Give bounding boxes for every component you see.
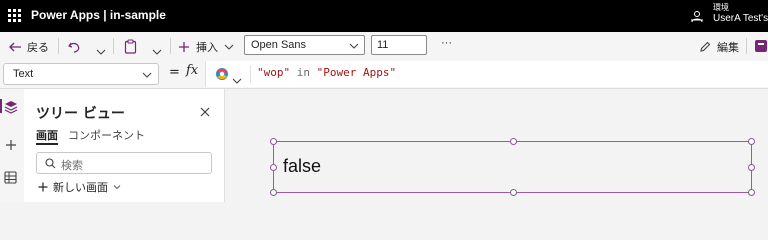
- undo-icon[interactable]: [67, 39, 81, 58]
- copilot-chevron-down-icon[interactable]: [232, 70, 242, 89]
- top-bar: Power Apps | in-sample 環境 UserA Test's: [0, 0, 768, 32]
- plus-icon: [38, 182, 48, 192]
- selected-label-control[interactable]: false: [270, 138, 755, 196]
- divider: [746, 38, 747, 54]
- design-canvas[interactable]: false: [225, 89, 768, 202]
- back-label: 戻る: [27, 42, 49, 54]
- insert-plus-icon[interactable]: [5, 136, 17, 155]
- label-text: false: [283, 156, 322, 176]
- copilot-icon[interactable]: [214, 66, 230, 86]
- resize-handle-top[interactable]: [510, 138, 517, 145]
- resize-handle-left[interactable]: [270, 164, 277, 171]
- insert-label: 挿入: [196, 42, 218, 54]
- search-input[interactable]: 検索: [36, 152, 212, 174]
- chevron-down-icon: [349, 43, 359, 49]
- search-placeholder: 検索: [61, 159, 83, 172]
- app-launcher-icon[interactable]: [8, 9, 22, 23]
- chevron-down-icon: [142, 72, 152, 78]
- font-family-value: Open Sans: [251, 39, 307, 51]
- formula-string-literal: "wop": [257, 66, 291, 79]
- chevron-down-icon: [224, 44, 234, 50]
- resize-handle-bottom[interactable]: [510, 189, 517, 196]
- font-size-value: 11: [377, 39, 389, 51]
- left-rail: [0, 89, 25, 202]
- fx-icon: fx: [186, 63, 199, 78]
- tab-components[interactable]: コンポーネント: [68, 127, 145, 143]
- undo-chevron-down-icon[interactable]: [96, 41, 106, 60]
- property-select[interactable]: Text: [3, 63, 159, 85]
- environment-label: 環境: [713, 3, 729, 12]
- property-value: Text: [13, 68, 34, 80]
- resize-handle-top-left[interactable]: [270, 138, 277, 145]
- edit-button[interactable]: 編集: [699, 39, 739, 55]
- app-settings-icon[interactable]: [754, 38, 768, 52]
- panel-title: ツリー ビュー: [36, 106, 125, 122]
- new-screen-label: 新しい画面: [53, 181, 108, 194]
- edit-label: 編集: [717, 42, 739, 54]
- tab-screens-underline: [36, 143, 58, 145]
- search-icon: [45, 158, 56, 169]
- plus-icon: [179, 42, 189, 52]
- font-size-input[interactable]: 11: [371, 35, 427, 55]
- resize-handle-bottom-right[interactable]: [748, 189, 755, 196]
- active-indicator: [0, 99, 2, 113]
- close-icon[interactable]: [198, 104, 212, 118]
- formula-string-literal: "Power Apps": [316, 66, 397, 79]
- command-bar: 戻る 挿入 Open Sans 11 ··· 編集: [0, 32, 768, 61]
- pencil-icon: [700, 41, 711, 52]
- environment-name[interactable]: UserA Test's: [713, 13, 768, 24]
- back-arrow-icon: [9, 42, 21, 52]
- paste-icon[interactable]: [124, 39, 137, 58]
- font-family-select[interactable]: Open Sans: [244, 35, 365, 55]
- more-button[interactable]: ···: [441, 37, 452, 49]
- chevron-down-icon: [113, 185, 121, 190]
- equals-sign: =: [169, 65, 180, 80]
- divider: [170, 38, 171, 54]
- formula-in-operator: in: [290, 66, 317, 79]
- environment-icon[interactable]: [690, 9, 704, 23]
- new-screen-button[interactable]: 新しい画面: [38, 179, 121, 195]
- resize-handle-bottom-left[interactable]: [270, 189, 277, 196]
- tree-view-icon[interactable]: [4, 99, 18, 118]
- divider: [250, 65, 251, 83]
- divider: [58, 38, 59, 54]
- insert-button[interactable]: 挿入: [178, 39, 234, 55]
- divider: [113, 38, 114, 54]
- resize-handle-right[interactable]: [748, 164, 755, 171]
- tab-screens[interactable]: 画面: [36, 127, 58, 143]
- paste-chevron-down-icon[interactable]: [152, 41, 162, 60]
- data-table-icon[interactable]: [4, 169, 17, 188]
- formula-input[interactable]: "wop" in "Power Apps": [205, 61, 768, 87]
- formula-text[interactable]: "wop" in "Power Apps": [257, 66, 396, 79]
- app-title: Power Apps | in-sample: [31, 8, 166, 22]
- resize-handle-top-right[interactable]: [748, 138, 755, 145]
- tree-view-panel: ツリー ビュー 画面 コンポーネント 検索 新しい画面: [24, 89, 225, 202]
- back-button[interactable]: 戻る: [8, 39, 49, 55]
